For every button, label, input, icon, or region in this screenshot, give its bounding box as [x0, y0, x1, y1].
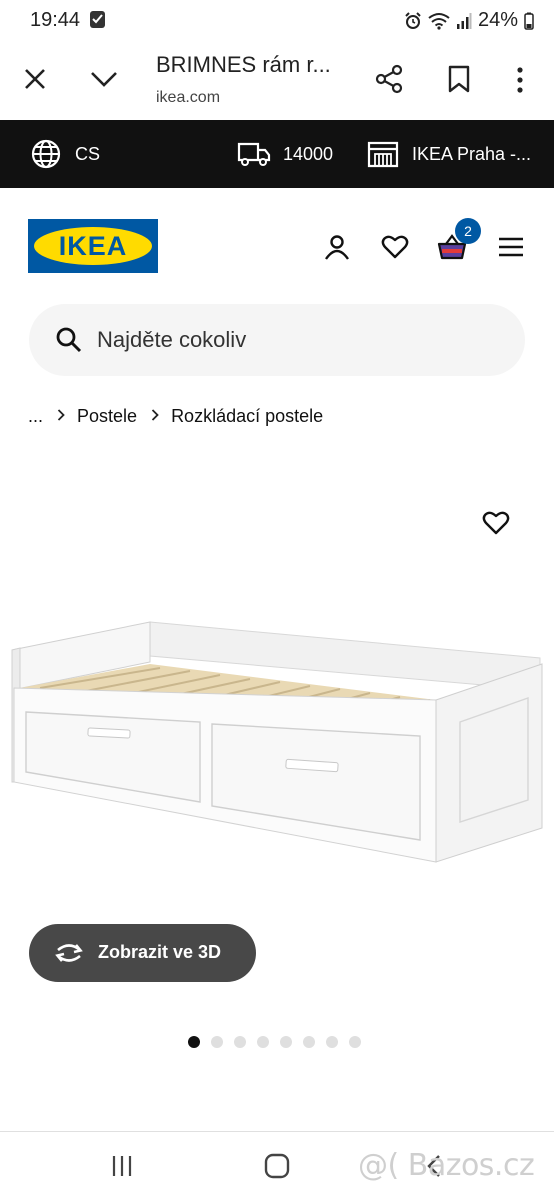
breadcrumb-item-postele[interactable]: Postele: [77, 406, 137, 427]
gallery-dot[interactable]: [234, 1036, 246, 1048]
cart-count-badge: 2: [455, 218, 481, 244]
close-icon[interactable]: [20, 64, 50, 94]
chevron-right-icon: [57, 408, 65, 426]
battery-icon: [524, 12, 534, 30]
location-bar: CS 14000 IKEA Praha -...: [0, 120, 554, 188]
hamburger-menu-icon[interactable]: [495, 231, 527, 263]
gallery-dot[interactable]: [280, 1036, 292, 1048]
bazos-watermark: @( Bazos.cz: [358, 1148, 535, 1183]
share-icon[interactable]: [372, 62, 406, 96]
chevron-right-icon: [151, 408, 159, 426]
language-label[interactable]: CS: [75, 144, 100, 165]
wishlist-heart-icon[interactable]: [379, 231, 411, 263]
home-icon[interactable]: [261, 1150, 293, 1182]
store-icon[interactable]: [366, 138, 400, 170]
view-in-3d-label: Zobrazit ve 3D: [98, 942, 222, 962]
gallery-dot[interactable]: [211, 1036, 223, 1048]
browser-toolbar: BRIMNES rám r... ikea.com: [0, 42, 554, 120]
gallery-dot[interactable]: [303, 1036, 315, 1048]
view-in-3d-button[interactable]: Zobrazit ve 3D: [29, 924, 256, 982]
breadcrumb-item-rozkladaci-postele[interactable]: Rozkládací postele: [171, 406, 323, 427]
rotate-3d-icon: [53, 941, 85, 970]
breadcrumb-ellipsis[interactable]: ...: [28, 406, 43, 427]
alarm-icon: [405, 11, 421, 29]
bookmark-icon[interactable]: [444, 62, 474, 96]
wifi-icon: [428, 12, 450, 30]
status-indicators: 24%: [404, 9, 534, 32]
recent-apps-icon[interactable]: [106, 1150, 138, 1182]
more-menu-icon[interactable]: [508, 64, 532, 96]
globe-icon[interactable]: [30, 138, 62, 170]
ikea-logo[interactable]: IKEA: [28, 219, 158, 273]
delivery-truck-icon[interactable]: [236, 138, 272, 170]
page-url: ikea.com: [156, 89, 221, 106]
gallery-dot[interactable]: [257, 1036, 269, 1048]
search-input[interactable]: [97, 304, 497, 376]
page-title: BRIMNES rám r...: [156, 52, 331, 77]
gallery-dot[interactable]: [188, 1036, 200, 1048]
postal-code[interactable]: 14000: [283, 144, 333, 165]
product-favorite-heart-icon[interactable]: [482, 510, 510, 541]
gallery-dot[interactable]: [326, 1036, 338, 1048]
logo-text: IKEA: [58, 230, 128, 261]
user-icon[interactable]: [321, 231, 353, 263]
status-bar: 19:44 24%: [0, 0, 554, 42]
status-time: 19:44: [30, 9, 81, 31]
notification-check-icon: [90, 11, 105, 28]
gallery-pagination: [188, 1036, 361, 1048]
product-image[interactable]: [0, 600, 554, 880]
breadcrumb: ... Postele Rozkládací postele: [28, 406, 323, 427]
battery-level: 24%: [477, 9, 518, 31]
search-icon[interactable]: [55, 326, 83, 359]
signal-icon: [456, 12, 472, 29]
logo-oval: IKEA: [34, 227, 152, 265]
search-bar[interactable]: [29, 304, 525, 376]
gallery-dot[interactable]: [349, 1036, 361, 1048]
store-name[interactable]: IKEA Praha -...: [412, 144, 531, 165]
chevron-down-icon[interactable]: [88, 64, 120, 94]
